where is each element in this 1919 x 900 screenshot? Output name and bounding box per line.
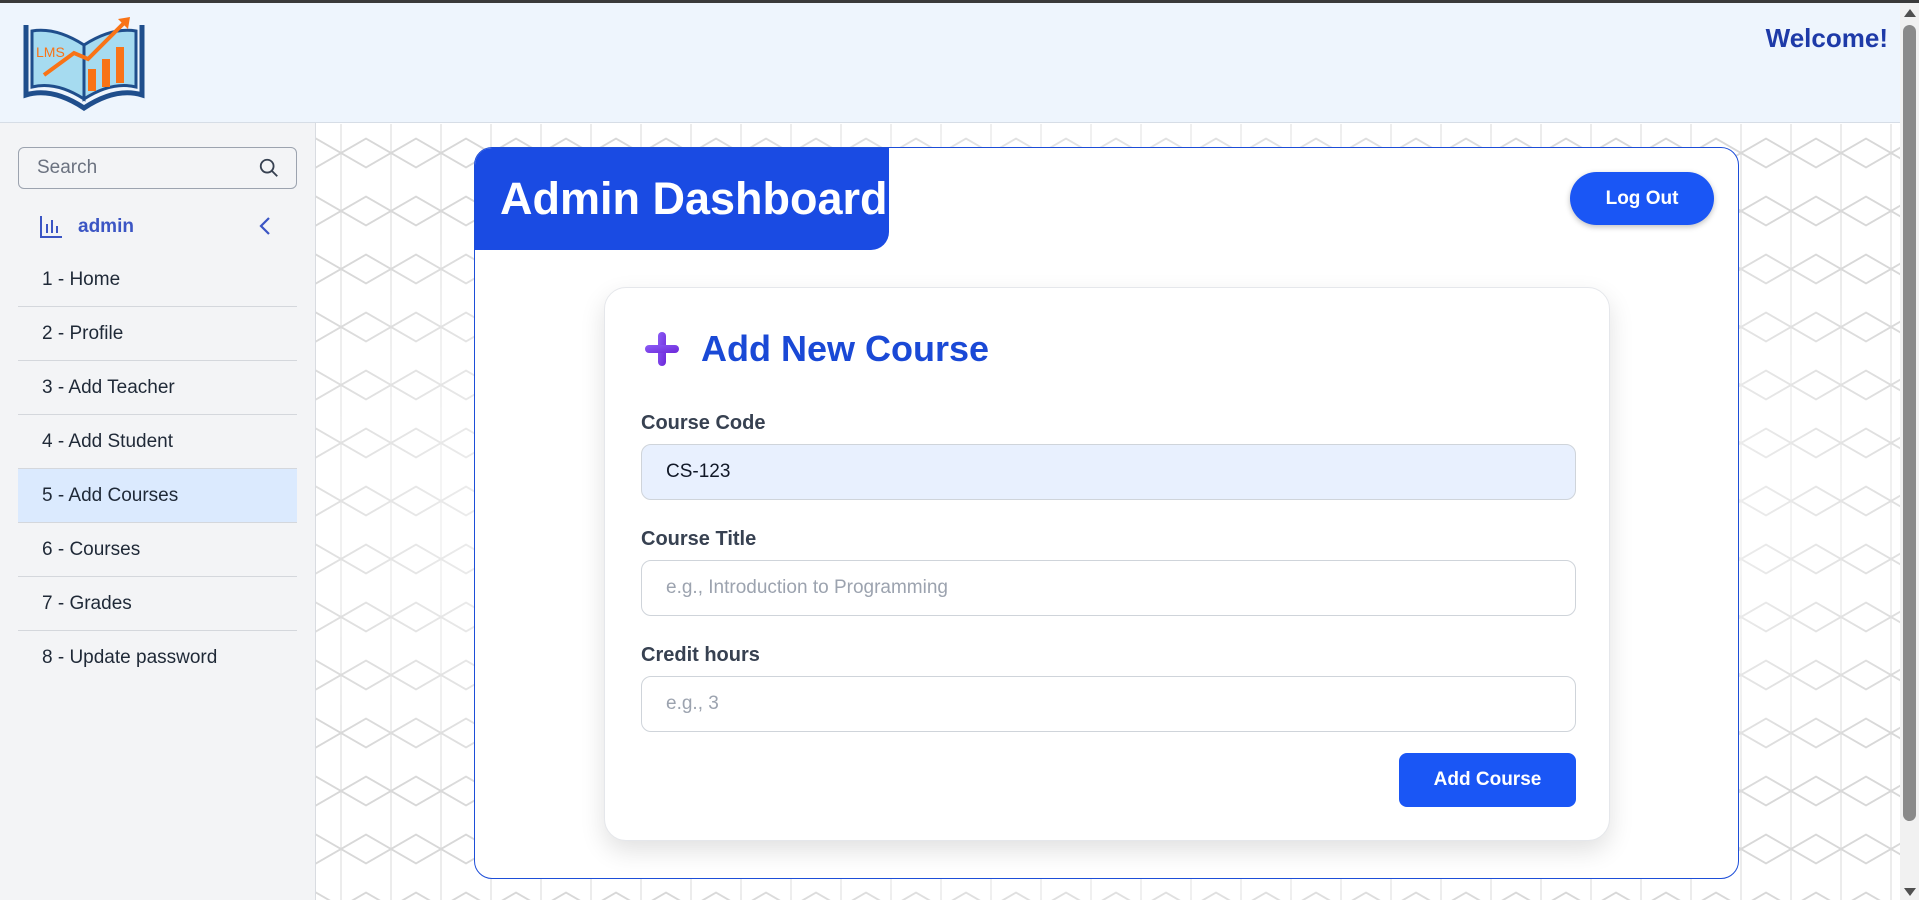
chevron-left-icon[interactable]: [255, 215, 275, 237]
form-title: Add New Course: [701, 328, 990, 369]
app-header: LMS Welcome!: [0, 3, 1900, 123]
scrollbar-thumb[interactable]: [1903, 25, 1916, 821]
scroll-up-arrow-icon[interactable]: [1904, 9, 1916, 17]
course-title-input[interactable]: [641, 560, 1576, 616]
sidebar-item-home[interactable]: 1 - Home: [18, 253, 297, 307]
lms-logo: LMS: [23, 17, 145, 111]
welcome-text: Welcome!: [1765, 23, 1888, 53]
bar-chart-icon: [40, 216, 62, 238]
logout-button[interactable]: Log Out: [1570, 172, 1714, 225]
sidebar-item-profile[interactable]: 2 - Profile: [18, 307, 297, 361]
sidebar-item-update-password[interactable]: 8 - Update password: [18, 631, 297, 685]
page-title: Admin Dashboard: [475, 148, 889, 250]
sidebar-item-grades[interactable]: 7 - Grades: [18, 577, 297, 631]
add-course-button[interactable]: Add Course: [1399, 753, 1576, 807]
search-input[interactable]: [19, 148, 239, 188]
course-code-label: Course Code: [641, 412, 766, 434]
vertical-scrollbar[interactable]: [1900, 3, 1919, 900]
sidebar-item-courses[interactable]: 6 - Courses: [18, 523, 297, 577]
credit-hours-input[interactable]: [641, 676, 1576, 732]
user-row: admin: [18, 203, 297, 251]
sidebar: admin 1 - Home 2 - Profile 3 - Add Teach…: [0, 123, 316, 900]
form-title-row: Add New Course: [643, 328, 989, 370]
plus-icon: [645, 332, 679, 366]
sidebar-item-add-teacher[interactable]: 3 - Add Teacher: [18, 361, 297, 415]
svg-text:LMS: LMS: [36, 44, 65, 60]
credit-hours-label: Credit hours: [641, 644, 760, 666]
sidebar-item-add-student[interactable]: 4 - Add Student: [18, 415, 297, 469]
scroll-down-arrow-icon[interactable]: [1904, 888, 1916, 896]
course-title-label: Course Title: [641, 528, 757, 550]
add-course-card: Add New Course Course Code Course Title …: [604, 287, 1610, 841]
course-code-input[interactable]: [641, 444, 1576, 500]
sidebar-nav: 1 - Home 2 - Profile 3 - Add Teacher 4 -…: [18, 253, 297, 685]
search-box: [18, 147, 297, 189]
username-label: admin: [78, 216, 134, 237]
search-icon[interactable]: [258, 157, 280, 179]
sidebar-item-add-courses[interactable]: 5 - Add Courses: [18, 469, 297, 523]
